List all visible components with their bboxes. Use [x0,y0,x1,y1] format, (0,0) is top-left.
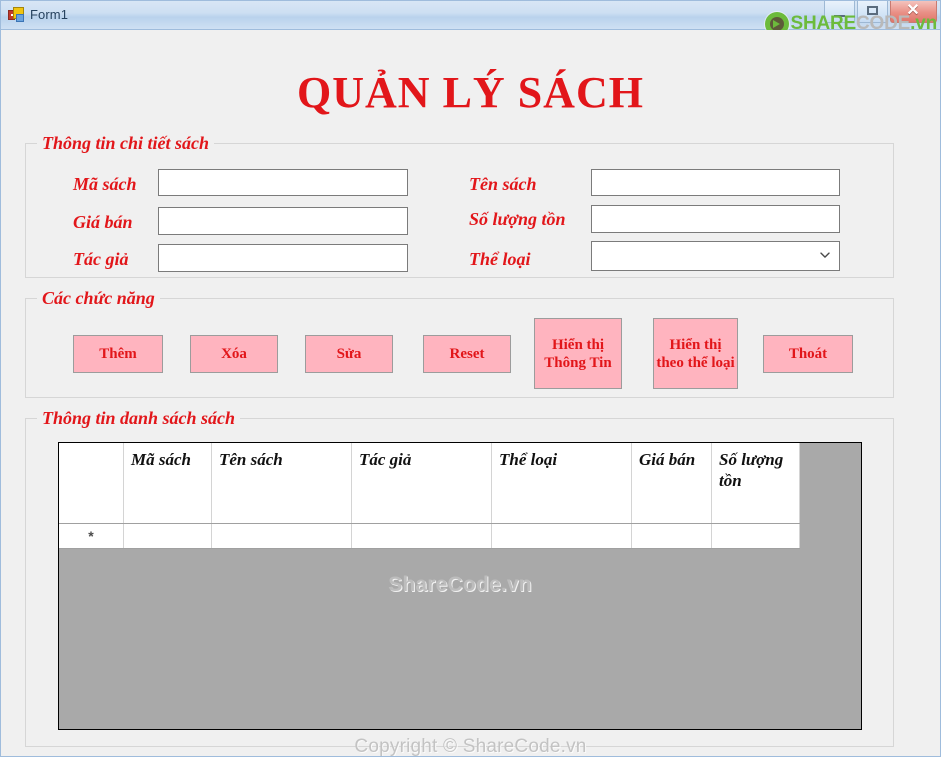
window-title: Form1 [30,7,69,22]
grid-column-header-ten-sach[interactable]: Tên sách [211,443,352,524]
book-data-grid[interactable]: Mã sách Tên sách Tác giả Thể loại Giá bá… [58,442,862,730]
grid-cell-so-luong-ton[interactable] [711,523,800,549]
delete-button[interactable]: Xóa [190,335,278,373]
grid-column-header-the-loai[interactable]: Thể loại [491,443,632,524]
input-ma-sach[interactable] [158,169,408,196]
grid-header-row: Mã sách Tên sách Tác giả Thể loại Giá bá… [59,443,800,524]
add-button[interactable]: Thêm [73,335,163,373]
grid-row-header-corner[interactable] [59,443,124,524]
edit-button[interactable]: Sửa [305,335,393,373]
label-so-luong-ton: Số lượng tồn [469,209,566,229]
grid-watermark: ShareCode.vn [388,573,532,596]
grid-column-header-gia-ban[interactable]: Giá bán [631,443,712,524]
label-ten-sach: Tên sách [469,174,537,194]
exit-button[interactable]: Thoát [763,335,853,373]
grid-cell-ma-sach[interactable] [123,523,212,549]
input-ten-sach[interactable] [591,169,840,196]
show-info-button[interactable]: Hiển thị Thông Tin [534,318,622,389]
grid-body: * [59,523,800,549]
minimize-icon [834,15,845,17]
window-controls: ✕ [824,1,937,23]
input-gia-ban[interactable] [158,207,408,235]
label-ma-sach: Mã sách [73,174,137,194]
form-designer-icon [8,7,24,23]
grid-header: Mã sách Tên sách Tác giả Thể loại Giá bá… [59,443,800,524]
client-area: QUẢN LÝ SÁCH Thông tin chi tiết sách Mã … [1,30,940,756]
table-row[interactable]: * [59,523,800,549]
grid-cell-ten-sach[interactable] [211,523,352,549]
chevron-down-icon [819,249,831,261]
close-button[interactable]: ✕ [890,1,937,23]
grid-new-row-indicator: * [59,523,124,549]
grid-column-header-so-luong-ton[interactable]: Số lượng tồn [711,443,800,524]
book-data-grid-table: Mã sách Tên sách Tác giả Thể loại Giá bá… [59,443,800,549]
functions-group-title: Các chức năng [37,287,160,309]
label-the-loai: Thể loại [469,249,531,269]
maximize-button[interactable] [857,1,888,23]
input-so-luong-ton[interactable] [591,205,840,233]
page-title: QUẢN LÝ SÁCH [297,68,644,117]
grid-cell-gia-ban[interactable] [631,523,712,549]
grid-cell-the-loai[interactable] [491,523,632,549]
book-list-group-title: Thông tin danh sách sách [37,407,241,429]
reset-button[interactable]: Reset [423,335,511,373]
grid-column-header-ma-sach[interactable]: Mã sách [123,443,212,524]
label-tac-gia: Tác giả [73,249,129,269]
combobox-the-loai[interactable] [591,241,840,271]
title-bar: Form1 ✕ SHARECODE.vn [1,1,940,36]
book-detail-group-title: Thông tin chi tiết sách [37,132,215,154]
minimize-button[interactable] [824,1,855,23]
show-by-category-button[interactable]: Hiển thị theo thể loại [653,318,738,389]
grid-cell-tac-gia[interactable] [351,523,492,549]
footer-copyright: Copyright © ShareCode.vn [354,736,587,757]
close-icon: ✕ [906,2,920,19]
input-tac-gia[interactable] [158,244,408,272]
grid-column-header-tac-gia[interactable]: Tác giả [351,443,492,524]
maximize-icon [867,6,878,15]
label-gia-ban: Giá bán [73,212,133,232]
application-window: Form1 ✕ SHARECODE.vn QUẢN LÝ SÁCH Thông … [0,0,941,757]
